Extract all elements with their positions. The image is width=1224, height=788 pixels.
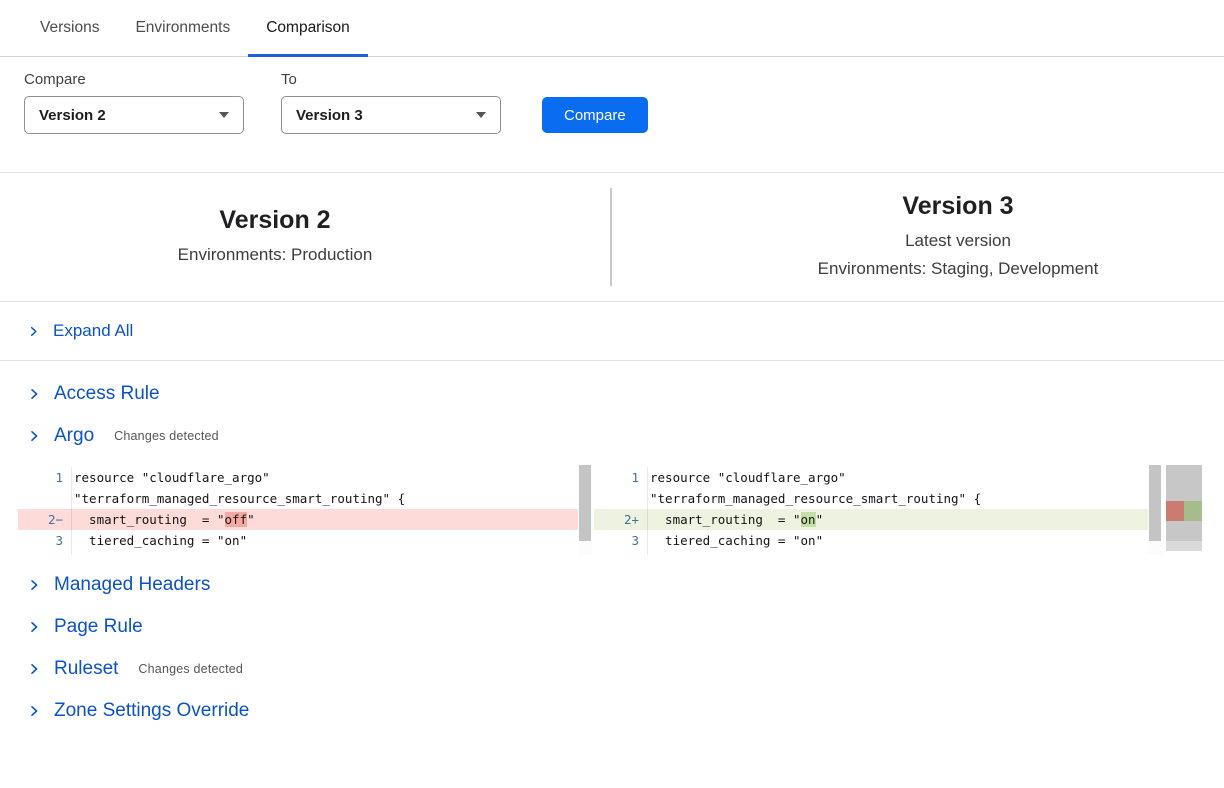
compare-from-label: Compare — [24, 71, 244, 88]
diff-row-added: 2+ smart_routing = "on" — [594, 509, 1162, 530]
scrollbar-track[interactable] — [1148, 465, 1162, 555]
tab-environments[interactable]: Environments — [117, 0, 248, 56]
diff-change-marker — [1166, 501, 1202, 521]
tab-comparison[interactable]: Comparison — [248, 0, 368, 56]
code-line: smart_routing = "on" — [648, 509, 823, 530]
section-label: Access Rule — [54, 383, 160, 405]
chevron-down-icon — [219, 112, 229, 118]
changes-detected-badge: Changes detected — [114, 429, 219, 443]
tab-bar: Versions Environments Comparison — [0, 0, 1224, 57]
section-page-rule[interactable]: Page Rule — [0, 614, 1224, 640]
compare-button[interactable]: Compare — [542, 97, 648, 133]
added-marker — [1184, 501, 1202, 521]
section-zone-settings-override[interactable]: Zone Settings Override — [0, 698, 1224, 724]
compare-from-value: Version 2 — [39, 107, 106, 124]
version-right-title: Version 3 — [902, 192, 1013, 221]
diff-row: 3 tiered_caching = "on" — [18, 530, 592, 551]
chevron-right-icon — [28, 705, 40, 717]
diff-overview-ruler[interactable] — [1166, 465, 1202, 555]
compare-to-field: To Version 3 — [281, 71, 501, 134]
line-number: 3 — [18, 530, 72, 551]
version-header: Version 2 Environments: Production Versi… — [0, 172, 1224, 302]
code-line: tiered_caching = "on" — [648, 530, 823, 551]
version-right-subtitle: Latest version — [905, 227, 1011, 255]
code-line: smart_routing = "off" — [72, 509, 255, 530]
removed-marker — [1166, 501, 1184, 521]
section-label: Zone Settings Override — [54, 700, 249, 722]
section-managed-headers[interactable]: Managed Headers — [0, 572, 1224, 598]
section-label: Page Rule — [54, 616, 143, 638]
diff-row: "terraform_managed_resource_smart_routin… — [18, 488, 592, 509]
diff-row: 1 resource "cloudflare_argo" — [18, 467, 592, 488]
tab-versions[interactable]: Versions — [22, 0, 117, 56]
diff-row: } — [594, 551, 1162, 555]
diff-row: "terraform_managed_resource_smart_routin… — [594, 488, 1162, 509]
chevron-right-icon — [28, 388, 40, 400]
line-number: 1 — [18, 467, 72, 488]
compare-to-label: To — [281, 71, 501, 88]
line-number: 3 — [594, 530, 648, 551]
diff-row: 3 tiered_caching = "on" — [594, 530, 1162, 551]
diff-row: 1 resource "cloudflare_argo" — [594, 467, 1162, 488]
compare-from-select[interactable]: Version 2 — [24, 96, 244, 134]
code-line: } — [648, 551, 658, 555]
section-label: Ruleset — [54, 658, 118, 680]
code-line: "terraform_managed_resource_smart_routin… — [72, 488, 405, 509]
compare-to-select[interactable]: Version 3 — [281, 96, 501, 134]
section-ruleset[interactable]: Ruleset Changes detected — [0, 656, 1224, 682]
scrollbar-thumb[interactable] — [1149, 465, 1161, 541]
diff-row-removed: 2− smart_routing = "off" — [18, 509, 592, 530]
compare-controls: Compare Version 2 To Version 3 Compare — [0, 57, 1224, 134]
version-column-left: Version 2 Environments: Production — [0, 206, 610, 269]
section-list: Access Rule Argo Changes detected 1 reso… — [0, 361, 1224, 724]
chevron-right-icon — [28, 430, 40, 442]
argo-diff-viewer: 1 resource "cloudflare_argo" "terraform_… — [18, 465, 1224, 555]
chevron-right-icon — [28, 326, 39, 337]
code-line: tiered_caching = "on" — [72, 530, 247, 551]
line-number — [18, 551, 72, 555]
version-right-environments: Environments: Staging, Development — [818, 255, 1099, 283]
compare-to-value: Version 3 — [296, 107, 363, 124]
diff-panel-old[interactable]: 1 resource "cloudflare_argo" "terraform_… — [18, 465, 592, 555]
line-number: 2+ — [594, 509, 648, 530]
diff-panel-new[interactable]: 1 resource "cloudflare_argo" "terraform_… — [594, 465, 1162, 555]
ruler-tail — [1166, 541, 1202, 551]
code-line: } — [72, 551, 82, 555]
code-line: "terraform_managed_resource_smart_routin… — [648, 488, 981, 509]
section-label: Managed Headers — [54, 574, 210, 596]
chevron-right-icon — [28, 621, 40, 633]
section-label: Argo — [54, 425, 94, 447]
section-access-rule[interactable]: Access Rule — [0, 381, 1224, 407]
code-line: resource "cloudflare_argo" — [72, 467, 270, 488]
expand-all-label: Expand All — [53, 321, 133, 341]
chevron-down-icon — [476, 112, 486, 118]
line-number: 1 — [594, 467, 648, 488]
code-line: resource "cloudflare_argo" — [648, 467, 846, 488]
line-number — [18, 488, 72, 509]
scrollbar-track[interactable] — [578, 465, 592, 555]
line-number: 2− — [18, 509, 72, 530]
line-number — [594, 551, 648, 555]
diff-row: } — [18, 551, 592, 555]
chevron-right-icon — [28, 579, 40, 591]
version-left-title: Version 2 — [219, 206, 330, 235]
scrollbar-thumb[interactable] — [579, 465, 591, 541]
compare-from-field: Compare Version 2 — [24, 71, 244, 134]
expand-all-button[interactable]: Expand All — [0, 302, 1224, 361]
version-left-environments: Environments: Production — [178, 241, 373, 269]
chevron-right-icon — [28, 663, 40, 675]
section-argo[interactable]: Argo Changes detected — [0, 423, 1224, 449]
version-column-right: Version 3 Latest version Environments: S… — [612, 192, 1224, 283]
line-number — [594, 488, 648, 509]
changes-detected-badge: Changes detected — [138, 662, 243, 676]
